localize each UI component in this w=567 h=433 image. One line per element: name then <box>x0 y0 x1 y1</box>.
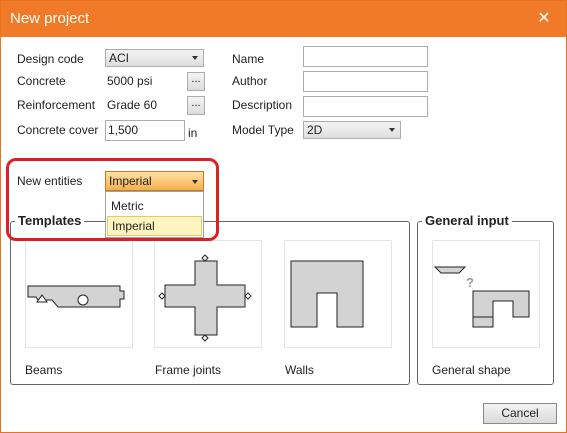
design-code-label: Design code <box>17 52 84 66</box>
option-imperial[interactable]: Imperial <box>107 216 202 236</box>
description-input[interactable] <box>303 96 428 117</box>
reinforcement-browse-button[interactable]: ... <box>187 96 205 115</box>
wall-icon <box>290 260 364 328</box>
author-label: Author <box>232 74 268 88</box>
model-type-label: Model Type <box>232 123 294 137</box>
beams-tile[interactable] <box>25 240 133 348</box>
frame-joints-label: Frame joints <box>155 363 222 377</box>
concrete-cover-input[interactable]: 1,500 <box>105 120 185 141</box>
concrete-value: 5000 psi <box>107 74 153 88</box>
walls-tile[interactable] <box>284 240 392 348</box>
walls-label: Walls <box>285 363 314 377</box>
chevron-down-icon <box>389 128 395 132</box>
design-code-select[interactable]: ACI <box>105 49 204 67</box>
description-label: Description <box>232 98 293 112</box>
cancel-button[interactable]: Cancel <box>483 403 557 424</box>
beam-icon <box>27 285 125 308</box>
svg-text:?: ? <box>466 275 474 290</box>
model-type-select[interactable]: 2D <box>303 121 401 139</box>
new-entities-dropdown: Metric Imperial <box>105 191 204 238</box>
concrete-cover-unit: in <box>188 126 198 140</box>
beams-label: Beams <box>25 363 63 377</box>
name-label: Name <box>232 52 265 66</box>
general-shape-tile[interactable]: ? <box>432 240 540 348</box>
author-input[interactable] <box>303 71 428 92</box>
name-input[interactable] <box>303 46 428 67</box>
general-input-title: General input <box>422 213 512 228</box>
design-code-value: ACI <box>109 51 130 65</box>
option-metric[interactable]: Metric <box>107 196 202 216</box>
concrete-cover-label: Concrete cover <box>17 123 99 137</box>
concrete-browse-button[interactable]: ... <box>187 72 205 91</box>
model-type-value: 2D <box>307 123 323 137</box>
reinforcement-value: Grade 60 <box>107 98 158 112</box>
reinforcement-label: Reinforcement <box>17 98 96 112</box>
frame-joints-tile[interactable] <box>154 240 262 348</box>
frame-joint-icon <box>158 254 252 342</box>
general-shape-label: General shape <box>432 363 511 377</box>
title-bar: New project ✕ <box>1 1 566 37</box>
close-icon[interactable]: ✕ <box>534 9 554 29</box>
new-project-dialog: New project ✕ Design code ACI Concrete 5… <box>0 0 567 433</box>
dialog-title: New project <box>10 10 90 27</box>
general-shape-icon: ? <box>433 266 530 328</box>
chevron-down-icon <box>192 56 198 60</box>
concrete-label: Concrete <box>17 74 66 88</box>
